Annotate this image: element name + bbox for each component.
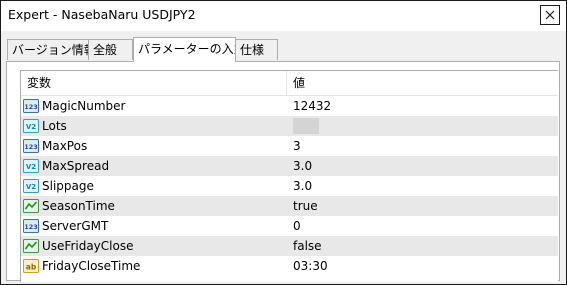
bool-icon — [23, 238, 39, 254]
parameter-value[interactable]: 3.0 — [289, 176, 558, 196]
parameter-name: MagicNumber — [42, 99, 126, 113]
int-icon: 123 — [23, 98, 39, 114]
parameter-name: ServerGMT — [42, 219, 109, 233]
window-title: Expert - NasebaNaru USDJPY2 — [8, 7, 196, 22]
svg-text:ab: ab — [26, 263, 37, 272]
bool-icon — [23, 198, 39, 214]
name-cell: 123 MaxPos — [21, 136, 287, 156]
expert-properties-window: Expert - NasebaNaru USDJPY2 バージョン情報 全般 パ… — [0, 0, 567, 285]
tab-version-info[interactable]: バージョン情報 — [7, 39, 89, 60]
parameter-name: Slippage — [42, 179, 94, 193]
tab-label: パラメーターの入力 — [138, 42, 236, 56]
name-cell: 123 ServerGMT — [21, 216, 287, 236]
int-icon: 123 — [23, 218, 39, 234]
parameter-row-usefridayclose[interactable]: UseFridayClose false — [21, 236, 558, 256]
parameter-name: Lots — [42, 119, 67, 133]
tab-input-parameters[interactable]: パラメーターの入力 — [133, 37, 236, 62]
parameter-name: SeasonTime — [42, 199, 115, 213]
column-header-variable[interactable]: 変数 — [21, 71, 287, 95]
svg-text:V2: V2 — [26, 183, 36, 191]
name-cell: SeasonTime — [21, 196, 287, 216]
name-cell: V2 Lots — [21, 116, 287, 136]
close-button[interactable] — [540, 5, 560, 25]
svg-text:123: 123 — [24, 103, 38, 111]
name-cell: UseFridayClose — [21, 236, 287, 256]
name-cell: V2 Slippage — [21, 176, 287, 196]
parameter-value[interactable]: 0 — [289, 216, 558, 236]
tab-bar: バージョン情報 全般 パラメーターの入力 仕様 — [1, 31, 566, 62]
name-cell: 123 MagicNumber — [21, 96, 287, 116]
svg-text:123: 123 — [24, 143, 38, 151]
parameter-row-slippage[interactable]: V2 Slippage 3.0 — [21, 176, 558, 196]
int-icon: 123 — [23, 138, 39, 154]
tab-label: バージョン情報 — [12, 43, 89, 57]
double-icon: V2 — [23, 118, 39, 134]
parameter-name: FridayCloseTime — [42, 259, 141, 273]
parameter-row-lots[interactable]: V2 Lots — [21, 116, 558, 136]
parameter-row-magicnumber[interactable]: 123 MagicNumber 12432 — [21, 96, 558, 116]
parameter-value[interactable]: 03:30 — [289, 256, 558, 276]
svg-text:V2: V2 — [26, 163, 36, 171]
parameters-grid: 変数 値 123 MagicNumber 12432 V2 Lots 123 M… — [20, 70, 558, 282]
title-bar[interactable]: Expert - NasebaNaru USDJPY2 — [1, 1, 566, 31]
tab-label: 全般 — [93, 43, 118, 57]
parameter-value[interactable]: 12432 — [289, 96, 558, 116]
parameter-value[interactable]: 3.0 — [289, 156, 558, 176]
tab-content-panel: 変数 値 123 MagicNumber 12432 V2 Lots 123 M… — [6, 61, 560, 282]
parameter-row-servergmt[interactable]: 123 ServerGMT 0 — [21, 216, 558, 236]
tab-general[interactable]: 全般 — [88, 39, 133, 60]
svg-text:123: 123 — [24, 223, 38, 231]
parameter-value[interactable]: false — [289, 236, 558, 256]
parameter-name: MaxPos — [42, 139, 88, 153]
double-icon: V2 — [23, 178, 39, 194]
string-icon: ab — [23, 258, 39, 274]
tab-specification[interactable]: 仕様 — [235, 39, 278, 60]
close-icon — [540, 5, 560, 25]
name-cell: ab FridayCloseTime — [21, 256, 287, 276]
tab-label: 仕様 — [240, 43, 265, 57]
grid-header: 変数 値 — [21, 71, 558, 96]
double-icon: V2 — [23, 158, 39, 174]
parameter-row-maxspread[interactable]: V2 MaxSpread 3.0 — [21, 156, 558, 176]
svg-text:V2: V2 — [26, 123, 36, 131]
parameter-value[interactable] — [289, 116, 558, 136]
parameter-name: UseFridayClose — [42, 239, 134, 253]
parameter-row-seasontime[interactable]: SeasonTime true — [21, 196, 558, 216]
parameter-row-fridayclosetime[interactable]: ab FridayCloseTime 03:30 — [21, 256, 558, 276]
parameter-value[interactable]: 3 — [289, 136, 558, 156]
redacted-value-box — [293, 118, 319, 134]
name-cell: V2 MaxSpread — [21, 156, 287, 176]
column-header-value[interactable]: 値 — [289, 71, 558, 95]
parameter-row-maxpos[interactable]: 123 MaxPos 3 — [21, 136, 558, 156]
parameter-value[interactable]: true — [289, 196, 558, 216]
parameter-name: MaxSpread — [42, 159, 110, 173]
